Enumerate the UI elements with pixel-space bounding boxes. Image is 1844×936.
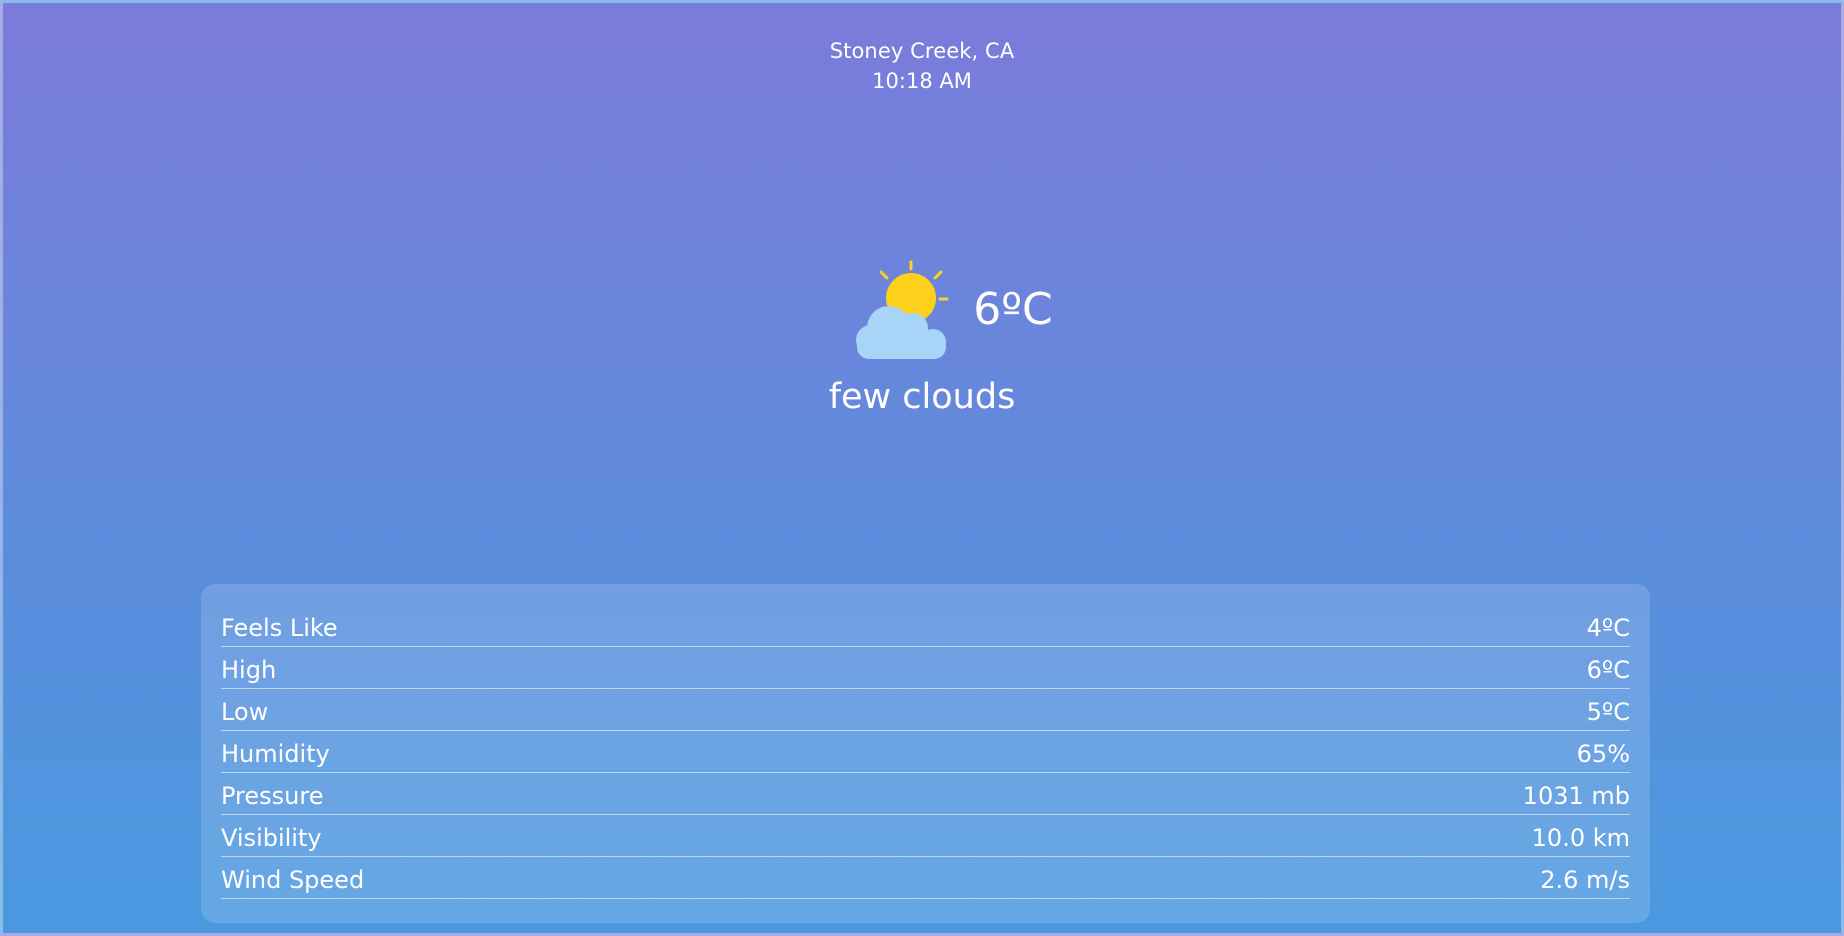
detail-value: 65%: [1576, 740, 1630, 768]
detail-value: 2.6 m/s: [1540, 866, 1630, 894]
detail-label: High: [221, 656, 277, 684]
weather-description: few clouds: [828, 377, 1016, 417]
detail-label: Low: [221, 698, 269, 726]
detail-label: Humidity: [221, 740, 330, 768]
weather-app: Stoney Creek, CA 10:18 AM 6ºC few clouds…: [0, 0, 1844, 936]
current-temperature: 6ºC: [973, 284, 1053, 335]
location-name: Stoney Creek, CA: [829, 39, 1015, 63]
detail-row-low: Low 5ºC: [221, 690, 1630, 731]
detail-row-pressure: Pressure 1031 mb: [221, 774, 1630, 815]
local-time: 10:18 AM: [872, 69, 972, 93]
detail-label: Visibility: [221, 824, 322, 852]
detail-row-high: High 6ºC: [221, 648, 1630, 689]
detail-row-humidity: Humidity 65%: [221, 732, 1630, 773]
detail-value: 5ºC: [1586, 698, 1630, 726]
header: Stoney Creek, CA 10:18 AM: [3, 37, 1841, 95]
current-conditions: 6ºC: [3, 258, 1841, 362]
details-panel: Feels Like 4ºC High 6ºC Low 5ºC Humidity…: [201, 584, 1650, 923]
detail-label: Wind Speed: [221, 866, 365, 894]
detail-value: 6ºC: [1586, 656, 1630, 684]
detail-row-visibility: Visibility 10.0 km: [221, 816, 1630, 857]
detail-row-wind-speed: Wind Speed 2.6 m/s: [221, 858, 1630, 899]
detail-value: 1031 mb: [1522, 782, 1630, 810]
detail-value: 4ºC: [1586, 614, 1630, 642]
partly-cloudy-icon: [856, 260, 949, 359]
detail-label: Feels Like: [221, 614, 338, 642]
detail-label: Pressure: [221, 782, 324, 810]
detail-value: 10.0 km: [1531, 824, 1630, 852]
detail-row-feels-like: Feels Like 4ºC: [221, 606, 1630, 647]
